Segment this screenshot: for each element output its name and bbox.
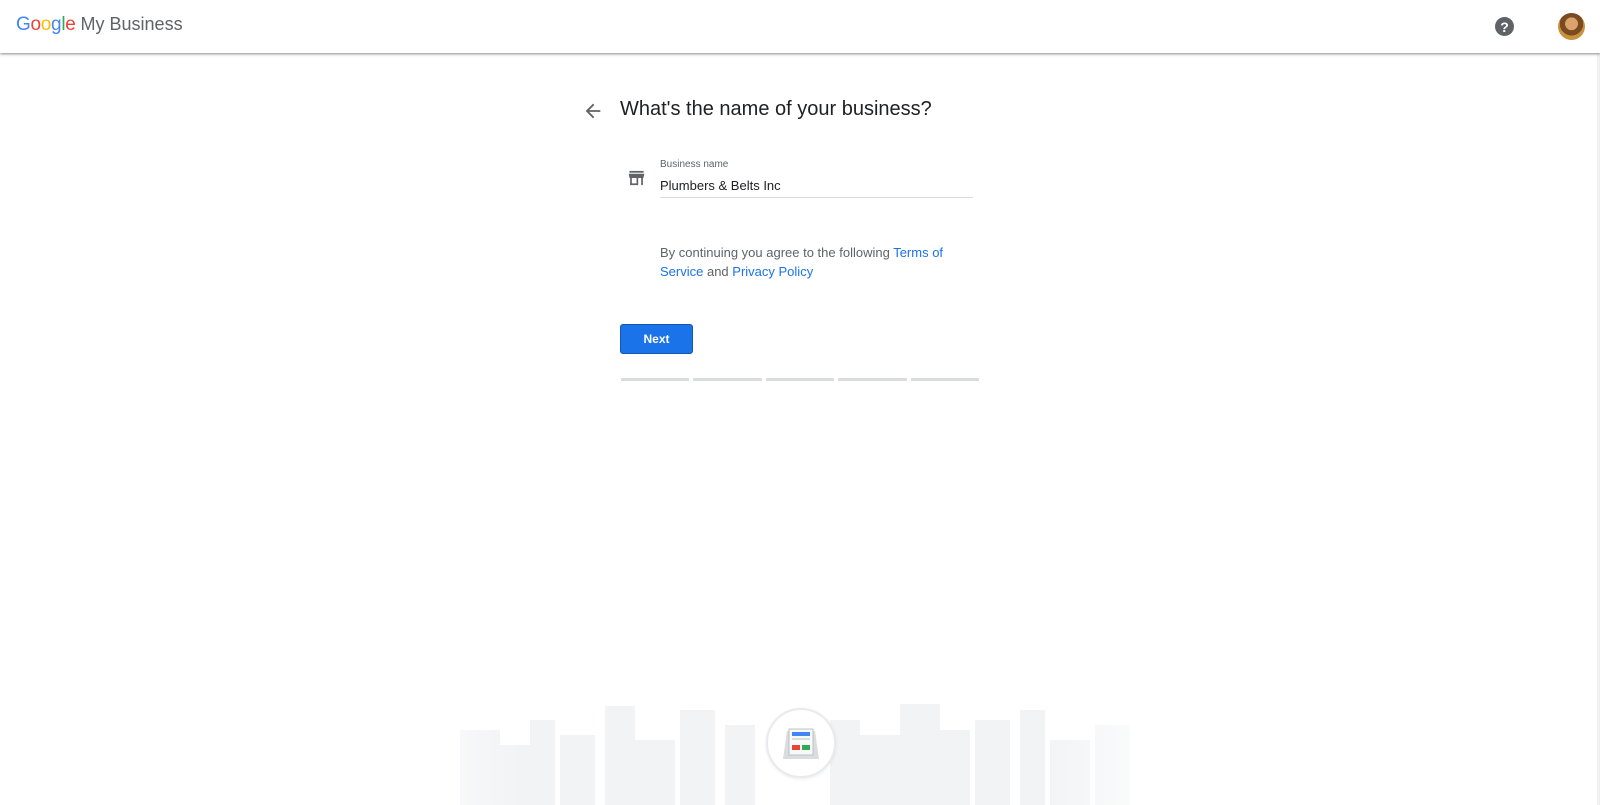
- page-title: What's the name of your business?: [620, 98, 932, 120]
- google-wordmark: Google: [16, 14, 76, 36]
- business-name-input[interactable]: [660, 176, 973, 194]
- business-name-label: Business name: [660, 159, 729, 170]
- logo-letter: o: [40, 14, 52, 35]
- avatar[interactable]: [1558, 13, 1585, 40]
- logo-letter: g: [51, 14, 62, 35]
- google-my-business-logo[interactable]: Google My Business: [16, 14, 183, 40]
- storefront-icon: [628, 170, 645, 186]
- product-name: My Business: [80, 14, 183, 34]
- arrow-back-svg: [585, 103, 601, 119]
- terms-notice: By continuing you agree to the following…: [660, 243, 970, 281]
- top-app-bar: Google My Business ?: [0, 0, 1600, 53]
- storefront-badge: [766, 708, 836, 778]
- terms-middle: and: [703, 264, 733, 279]
- logo-letter: o: [30, 14, 41, 35]
- logo-letter: G: [16, 14, 31, 35]
- help-icon[interactable]: ?: [1495, 17, 1514, 36]
- privacy-policy-link[interactable]: Privacy Policy: [732, 264, 813, 279]
- logo-letter: e: [65, 14, 76, 35]
- arrow-back-icon[interactable]: [582, 100, 604, 122]
- progress-step: [693, 378, 762, 381]
- step-progress: [621, 378, 980, 381]
- storefront-sign-icon: [783, 728, 819, 759]
- terms-prefix: By continuing you agree to the following: [660, 245, 894, 260]
- progress-step: [910, 378, 980, 381]
- business-name-field[interactable]: Business name: [660, 156, 973, 198]
- progress-step: [621, 378, 690, 381]
- next-button[interactable]: Next: [620, 324, 693, 354]
- progress-step: [838, 378, 907, 381]
- progress-step: [765, 378, 835, 381]
